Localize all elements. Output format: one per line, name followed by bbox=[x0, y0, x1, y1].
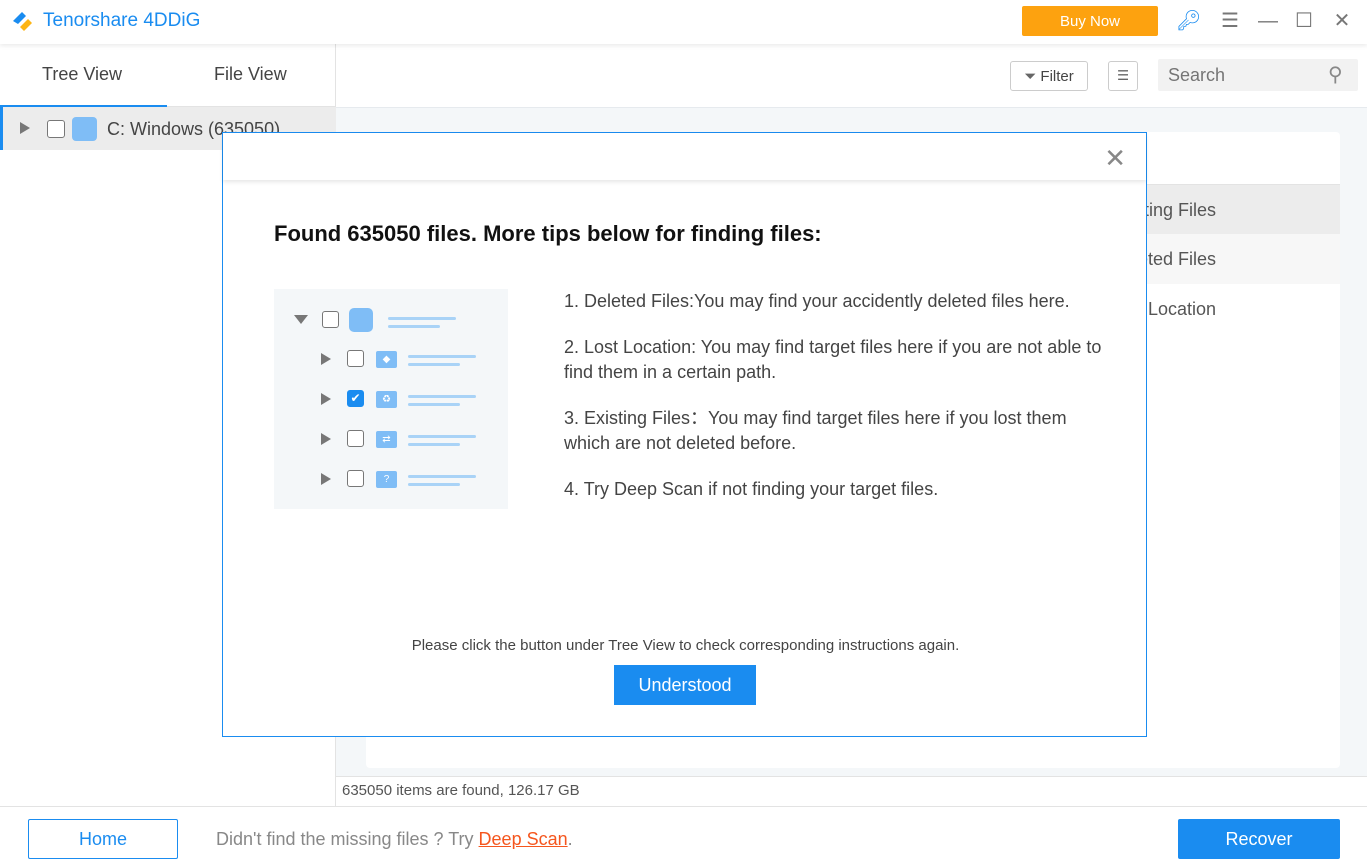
checkbox-icon bbox=[347, 430, 364, 447]
tip-existing-files: 3. Existing Files：You may find target fi… bbox=[564, 408, 1067, 453]
tips-list: 1. Deleted Files:You may find your accid… bbox=[564, 289, 1104, 523]
dialog-close-icon[interactable]: ✕ bbox=[1104, 143, 1126, 174]
close-icon[interactable]: ✕ bbox=[1331, 10, 1353, 32]
checkbox-icon bbox=[347, 470, 364, 487]
dialog-note: Please click the button under Tree View … bbox=[411, 637, 960, 654]
checkbox[interactable] bbox=[47, 120, 65, 138]
expand-icon bbox=[321, 393, 331, 405]
menu-icon[interactable]: ☰ bbox=[1219, 10, 1241, 32]
drive-icon bbox=[349, 308, 373, 332]
expand-icon bbox=[321, 473, 331, 485]
expand-icon[interactable] bbox=[20, 122, 30, 134]
tree-illustration: ◆ ✔ ♻ ⇄ ? bbox=[274, 289, 508, 509]
tip-deep-scan: 4. Try Deep Scan if not finding your tar… bbox=[564, 479, 939, 499]
recycle-folder-icon: ♻ bbox=[376, 391, 397, 408]
app-title: Tenorshare 4DDiG bbox=[43, 10, 201, 31]
home-button[interactable]: Home bbox=[28, 819, 178, 859]
tab-file-view[interactable]: File View bbox=[214, 64, 287, 85]
buy-now-button[interactable]: Buy Now bbox=[1022, 6, 1158, 36]
checked-checkbox-icon: ✔ bbox=[347, 390, 364, 407]
list-icon: ☰ bbox=[1117, 68, 1129, 83]
tips-dialog: ✕ Found 635050 files. More tips below fo… bbox=[222, 132, 1147, 737]
understood-button[interactable]: Understood bbox=[614, 665, 756, 705]
filter-icon: ⏷ bbox=[1024, 67, 1041, 85]
dialog-title: Found 635050 files. More tips below for … bbox=[274, 221, 822, 246]
minimize-icon[interactable]: — bbox=[1257, 10, 1279, 32]
dialog-header bbox=[223, 133, 1146, 180]
hint-suffix: . bbox=[567, 829, 573, 849]
line bbox=[388, 325, 440, 328]
tag-folder-icon: ◆ bbox=[376, 351, 397, 368]
deep-scan-hint: Didn't find the missing files ? Try Deep… bbox=[216, 829, 573, 850]
expand-icon bbox=[321, 353, 331, 365]
title-bar: Tenorshare 4DDiG Buy Now 🔑︎ ☰ — ☐ ✕ bbox=[0, 0, 1367, 44]
recover-button[interactable]: Recover bbox=[1178, 819, 1340, 859]
checkbox-icon bbox=[322, 311, 339, 328]
unknown-folder-icon: ? bbox=[376, 471, 397, 488]
search-icon[interactable]: ⚲ bbox=[1328, 62, 1343, 87]
tip-deleted-files: 1. Deleted Files:You may find your accid… bbox=[564, 291, 1070, 311]
hint-text: Didn't find the missing files ? Try bbox=[216, 829, 479, 849]
tab-tree-view[interactable]: Tree View bbox=[42, 64, 122, 85]
footer: Home Didn't find the missing files ? Try… bbox=[0, 806, 1367, 865]
path-folder-icon: ⇄ bbox=[376, 431, 397, 448]
app-logo-icon bbox=[13, 12, 32, 31]
filter-button[interactable]: ⏷ Filter bbox=[1010, 61, 1088, 91]
line bbox=[388, 317, 456, 320]
filter-label: Filter bbox=[1040, 67, 1074, 85]
deep-scan-link[interactable]: Deep Scan bbox=[479, 829, 568, 849]
checkbox-icon bbox=[347, 350, 364, 367]
maximize-icon[interactable]: ☐ bbox=[1293, 10, 1315, 32]
expand-icon bbox=[321, 433, 331, 445]
tip-lost-location: 2. Lost Location: You may find target fi… bbox=[564, 337, 1102, 382]
collapse-icon bbox=[294, 315, 308, 324]
key-icon[interactable]: 🔑︎ bbox=[1176, 10, 1201, 32]
drive-icon bbox=[72, 117, 97, 141]
status-bar: 635050 items are found, 126.17 GB bbox=[336, 776, 1367, 806]
list-view-button[interactable]: ☰ bbox=[1108, 61, 1138, 91]
toolbar: ⏷ Filter ☰ ⚲ bbox=[336, 44, 1367, 108]
